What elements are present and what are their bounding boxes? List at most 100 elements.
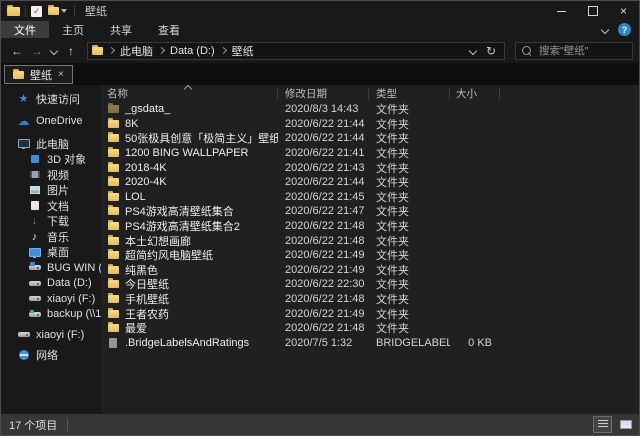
table-row[interactable]: 纯黑色 2020/6/22 21:49 文件夹: [101, 263, 639, 278]
file-type: 文件夹: [369, 130, 450, 146]
column-header-type[interactable]: 类型: [369, 85, 450, 102]
sidebar-item-network[interactable]: 网络: [1, 348, 101, 364]
table-row[interactable]: 8K 2020/6/22 21:44 文件夹: [101, 117, 639, 132]
maximize-button[interactable]: [577, 1, 608, 21]
tab-view[interactable]: 查看: [145, 21, 193, 38]
table-row[interactable]: 2018-4K 2020/6/22 21:43 文件夹: [101, 160, 639, 175]
file-type: 文件夹: [369, 233, 450, 249]
music-icon: ♪: [28, 231, 41, 243]
cube-icon: [28, 155, 41, 163]
file-type: 文件夹: [369, 145, 450, 161]
search-box[interactable]: [515, 42, 633, 60]
breadcrumb-this-pc[interactable]: 此电脑: [120, 43, 153, 59]
window-title: 壁纸: [85, 3, 107, 19]
checkbox-icon[interactable]: ✓: [31, 6, 42, 17]
column-header-size[interactable]: 大小: [450, 85, 500, 102]
folder-icon: [108, 149, 119, 157]
address-dropdown-icon[interactable]: [469, 46, 477, 54]
sidebar-item-this-pc[interactable]: 此电脑: [1, 136, 101, 152]
sidebar-item-onedrive[interactable]: ☁ OneDrive: [1, 114, 101, 130]
sidebar-item-label: 视频: [47, 167, 69, 183]
table-row[interactable]: _gsdata_ 2020/8/3 14:43 文件夹: [101, 102, 639, 117]
folder-icon[interactable]: [48, 7, 59, 15]
sidebar-item-quick-access[interactable]: ★ 快速访问: [1, 91, 101, 107]
folder-icon: [108, 120, 119, 128]
sidebar-item-3d-objects[interactable]: 3D 对象: [1, 152, 101, 168]
help-icon[interactable]: ?: [618, 23, 631, 36]
close-button[interactable]: ×: [608, 1, 639, 21]
table-row[interactable]: 王者农药 2020/6/22 21:49 文件夹: [101, 306, 639, 321]
file-type: 文件夹: [369, 276, 450, 292]
column-header-name[interactable]: 名称: [101, 85, 278, 102]
table-row[interactable]: 手机壁纸 2020/6/22 21:48 文件夹: [101, 292, 639, 307]
sidebar-item-music[interactable]: ♪ 音乐: [1, 229, 101, 245]
back-button[interactable]: ←: [7, 44, 27, 58]
file-type: 文件夹: [369, 320, 450, 336]
folder-icon: [108, 164, 119, 172]
table-row[interactable]: .BridgeLabelsAndRatings 2020/7/5 1:32 BR…: [101, 336, 639, 351]
sidebar-item-label: 图片: [47, 182, 69, 198]
file-name: 超简约风电脑壁纸: [125, 247, 213, 263]
view-toggles: [593, 416, 635, 433]
table-row[interactable]: 50张极具创意「极简主义」壁纸 2020/6/22 21:44 文件夹: [101, 131, 639, 146]
film-icon: [28, 171, 41, 178]
sidebar-item-label: 音乐: [47, 229, 69, 245]
sidebar-item-drive-c[interactable]: BUG WIN (C:): [1, 260, 101, 276]
tab-share[interactable]: 共享: [97, 21, 145, 38]
sidebar-item-label: 桌面: [47, 244, 69, 260]
sidebar-item-drive-f[interactable]: xiaoyi (F:): [1, 291, 101, 307]
file-type: 文件夹: [369, 218, 450, 234]
drive-icon: [17, 332, 30, 337]
chevron-right-icon: [108, 47, 115, 54]
sidebar-item-label: 下载: [47, 213, 69, 229]
recent-locations-icon[interactable]: [47, 48, 61, 54]
sidebar-item-videos[interactable]: 视频: [1, 167, 101, 183]
sidebar-item-drive-d[interactable]: Data (D:): [1, 276, 101, 292]
thumbnails-view-button[interactable]: [616, 416, 635, 433]
table-row[interactable]: 本土幻想画廊 2020/6/22 21:48 文件夹: [101, 233, 639, 248]
table-row[interactable]: 2020-4K 2020/6/22 21:44 文件夹: [101, 175, 639, 190]
table-row[interactable]: PS4游戏高清壁纸集合2 2020/6/22 21:48 文件夹: [101, 219, 639, 234]
folder-icon: [108, 207, 119, 215]
close-tab-icon[interactable]: ×: [58, 69, 64, 80]
table-row[interactable]: LOL 2020/6/22 21:45 文件夹: [101, 190, 639, 205]
sidebar-item-pictures[interactable]: 图片: [1, 183, 101, 199]
breadcrumb-data-d[interactable]: Data (D:): [170, 45, 215, 57]
folder-icon: [13, 71, 24, 79]
divider: [74, 5, 75, 17]
sidebar-item-drive-f-root[interactable]: xiaoyi (F:): [1, 327, 101, 343]
folder-icon: [108, 178, 119, 186]
table-row[interactable]: 最爱 2020/6/22 21:48 文件夹: [101, 321, 639, 336]
sidebar-item-documents[interactable]: 文档: [1, 198, 101, 214]
tab-file[interactable]: 文件: [1, 21, 49, 38]
tab-wallpaper[interactable]: 壁纸 ×: [4, 65, 73, 84]
sidebar-item-desktop[interactable]: 桌面: [1, 245, 101, 261]
forward-button[interactable]: →: [27, 44, 47, 58]
expand-ribbon-icon[interactable]: [601, 25, 609, 33]
breadcrumb-wallpaper[interactable]: 壁纸: [232, 43, 254, 59]
breadcrumb[interactable]: 此电脑 Data (D:) 壁纸 ↻: [87, 42, 505, 60]
folder-icon: [92, 47, 103, 55]
file-date: 2020/8/3 14:43: [278, 103, 369, 115]
drive-network-icon: [28, 312, 41, 317]
table-row[interactable]: PS4游戏高清壁纸集合 2020/6/22 21:47 文件夹: [101, 204, 639, 219]
refresh-icon[interactable]: ↻: [486, 44, 496, 58]
sidebar-item-backup-network[interactable]: backup (\\192.168: [1, 307, 101, 323]
table-row[interactable]: 1200 BING WALLPAPER 2020/6/22 21:41 文件夹: [101, 146, 639, 161]
sidebar-item-downloads[interactable]: ↓ 下载: [1, 214, 101, 230]
up-button[interactable]: ↑: [61, 44, 81, 58]
minimize-button[interactable]: [546, 1, 577, 21]
qat-dropdown-icon[interactable]: [61, 9, 67, 13]
details-view-button[interactable]: [593, 416, 612, 433]
sidebar-item-label: xiaoyi (F:): [47, 293, 95, 305]
drive-icon: [28, 296, 41, 301]
file-date: 2020/6/22 21:47: [278, 205, 369, 217]
column-header-date[interactable]: 修改日期: [278, 85, 369, 102]
table-row[interactable]: 今日壁纸 2020/6/22 22:30 文件夹: [101, 277, 639, 292]
tab-home[interactable]: 主页: [49, 21, 97, 38]
search-input[interactable]: [537, 44, 631, 58]
file-name: 今日壁纸: [125, 276, 169, 292]
file-date: 2020/6/22 21:48: [278, 235, 369, 247]
table-row[interactable]: 超简约风电脑壁纸 2020/6/22 21:49 文件夹: [101, 248, 639, 263]
file-rows: _gsdata_ 2020/8/3 14:43 文件夹 8K 2020/6/22…: [101, 102, 639, 414]
